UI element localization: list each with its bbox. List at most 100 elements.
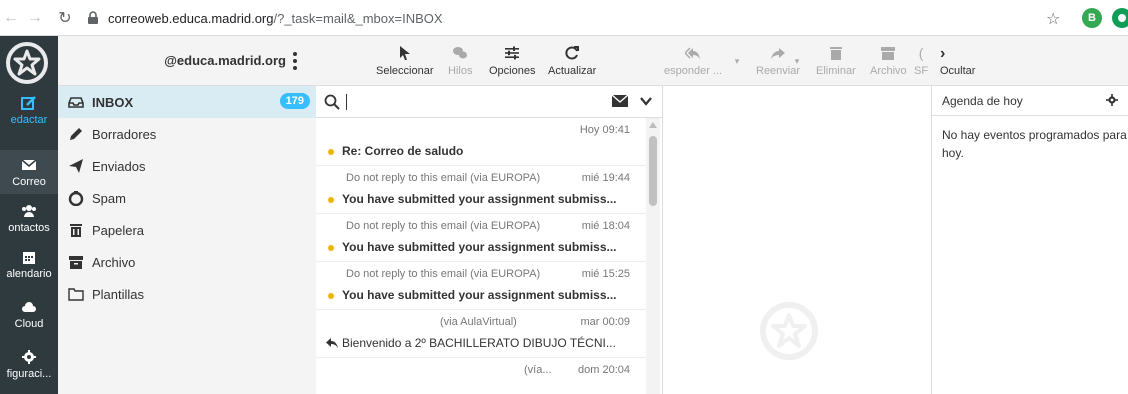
hide-button[interactable]: › Ocultar <box>940 36 975 86</box>
message-row[interactable]: (via AulaVirtual) mar 00:09 Bienvenido a… <box>316 310 646 358</box>
inbox-icon <box>68 97 84 108</box>
reply-all-icon <box>685 47 701 59</box>
message-sender: Do not reply to this email (via EUROPA) <box>346 220 541 232</box>
reply-button-label: esponder ... <box>664 65 723 77</box>
message-sender: (vía... <box>524 364 552 376</box>
account-header: @educa.madrid.org <box>58 36 316 86</box>
chevron-down-icon[interactable] <box>640 96 652 106</box>
reply-dropdown[interactable]: ▾ <box>732 36 742 86</box>
message-sender: (via AulaVirtual) <box>440 316 517 328</box>
rail-calendar[interactable]: alendario <box>0 242 58 286</box>
message-row[interactable]: (vía... dom 20:04 <box>316 358 646 394</box>
search-bar[interactable] <box>316 86 662 118</box>
agenda-title: Agenda de hoy <box>932 86 1128 116</box>
forward-dropdown[interactable]: ▾ <box>792 36 802 86</box>
archive-button[interactable]: Archivo <box>870 36 907 86</box>
unread-dot <box>328 197 334 203</box>
rail-mail-label: Correo <box>12 175 46 188</box>
extension-icon[interactable] <box>1112 8 1128 28</box>
message-list: Hoy 09:41 Re: Correo de saludo Do not re… <box>316 118 662 394</box>
unread-dot <box>328 293 334 299</box>
message-sender: Do not reply to this email (via EUROPA) <box>346 172 541 184</box>
folder-archive-label: Archivo <box>92 254 136 270</box>
envelope-filter-icon[interactable] <box>612 95 628 107</box>
message-row[interactable]: Do not reply to this email (via EUROPA) … <box>316 166 646 214</box>
rail-mail[interactable]: Correo <box>0 150 58 194</box>
options-button-label: Opciones <box>489 65 536 77</box>
rail-settings[interactable]: figuraci... <box>0 342 58 386</box>
folder-inbox[interactable]: INBOX 179 <box>58 86 316 118</box>
calendar-icon <box>23 251 35 264</box>
agenda-settings-icon[interactable] <box>1106 94 1118 106</box>
threads-icon <box>453 47 468 59</box>
folder-spam[interactable]: Spam <box>58 182 316 214</box>
threads-button-label: Hilos <box>448 65 473 77</box>
rail-contacts-label: ontactos <box>8 221 50 234</box>
folder-trash[interactable]: Papelera <box>58 214 316 246</box>
message-sender: Do not reply to this email (via EUROPA) <box>346 268 541 280</box>
unread-dot <box>328 245 334 251</box>
message-row[interactable]: Hoy 09:41 Re: Correo de saludo <box>316 118 646 166</box>
rail-cloud-label: Cloud <box>14 317 44 330</box>
archive-icon <box>881 47 896 60</box>
refresh-button-label: Actualizar <box>548 65 597 77</box>
folder-archive[interactable]: Archivo <box>58 246 316 278</box>
hide-button-label: Ocultar <box>940 65 976 77</box>
folder-inbox-label: INBOX <box>92 94 134 110</box>
reply-icon <box>326 338 338 348</box>
message-row[interactable]: Do not reply to this email (via EUROPA) … <box>316 214 646 262</box>
watermark-logo-icon <box>760 302 818 360</box>
contacts-icon <box>22 204 36 217</box>
threads-button[interactable]: Hilos <box>448 36 472 86</box>
address-bar[interactable]: correoweb.educa.madrid.org/?_task=mail&_… <box>86 6 443 30</box>
scroll-thumb[interactable] <box>649 136 657 206</box>
rail-settings-label: figuraci... <box>6 367 52 380</box>
scroll-up-icon[interactable] <box>649 122 657 128</box>
folder-templates[interactable]: Plantillas <box>58 278 316 310</box>
message-subject: You have submitted your assignment submi… <box>342 192 617 206</box>
folder-trash-label: Papelera <box>92 222 145 238</box>
message-subject: Re: Correo de saludo <box>342 144 464 158</box>
reply-button[interactable]: esponder ... <box>664 36 722 86</box>
rail-contacts[interactable]: ontactos <box>0 196 58 240</box>
rail-calendar-label: alendario <box>6 267 52 280</box>
profile-avatar[interactable]: B <box>1082 8 1102 28</box>
caret-down-icon: ▾ <box>794 55 800 66</box>
rail-cloud[interactable]: Cloud <box>0 292 58 336</box>
bookmark-star-icon[interactable]: ☆ <box>1046 9 1060 29</box>
paren-icon: ( <box>918 45 924 61</box>
rail-compose[interactable]: edactar <box>0 88 58 132</box>
delete-button-label: Eliminar <box>816 65 856 77</box>
select-button[interactable]: Seleccionar <box>376 36 433 86</box>
message-subject: You have submitted your assignment submi… <box>342 240 617 254</box>
browser-toolbar: ← → ↻ correoweb.educa.madrid.org/?_task=… <box>0 0 1128 36</box>
message-row[interactable]: Do not reply to this email (via EUROPA) … <box>316 262 646 310</box>
refresh-icon <box>565 46 580 60</box>
message-list-scrollbar[interactable] <box>646 118 660 394</box>
options-button[interactable]: Opciones <box>489 36 535 86</box>
url-path: /?_task=mail&_mbox=INBOX <box>273 10 443 26</box>
message-subject: Bienvenido a 2º BACHILLERATO DIBUJO TÉCN… <box>342 336 616 350</box>
delete-button[interactable]: Eliminar <box>816 36 856 86</box>
forward-arrow-icon[interactable]: → <box>24 7 46 29</box>
message-date: mar 00:09 <box>580 316 630 328</box>
more-button[interactable]: ( SF <box>914 36 928 86</box>
compose-icon <box>21 95 36 110</box>
folder-drafts-label: Borradores <box>92 126 157 142</box>
unread-dot <box>328 149 334 155</box>
folder-list: INBOX 179 Borradores Enviados Spam Papel… <box>58 86 316 394</box>
folder-icon <box>68 288 84 301</box>
pencil-icon <box>70 128 82 140</box>
message-date: mié 15:25 <box>581 268 630 280</box>
account-menu-icon[interactable] <box>292 52 298 70</box>
folder-drafts[interactable]: Borradores <box>58 118 316 150</box>
lock-icon <box>88 11 98 24</box>
trash-icon <box>70 224 82 237</box>
refresh-button[interactable]: Actualizar <box>548 36 596 86</box>
unread-count-badge: 179 <box>279 93 310 109</box>
reload-icon[interactable]: ↻ <box>54 7 76 29</box>
search-input[interactable] <box>346 93 347 110</box>
message-toolbar: esponder ... ▾ Reenviar ▾ Eliminar Archi… <box>662 36 932 86</box>
back-arrow-icon[interactable]: ← <box>0 7 22 29</box>
folder-sent[interactable]: Enviados <box>58 150 316 182</box>
